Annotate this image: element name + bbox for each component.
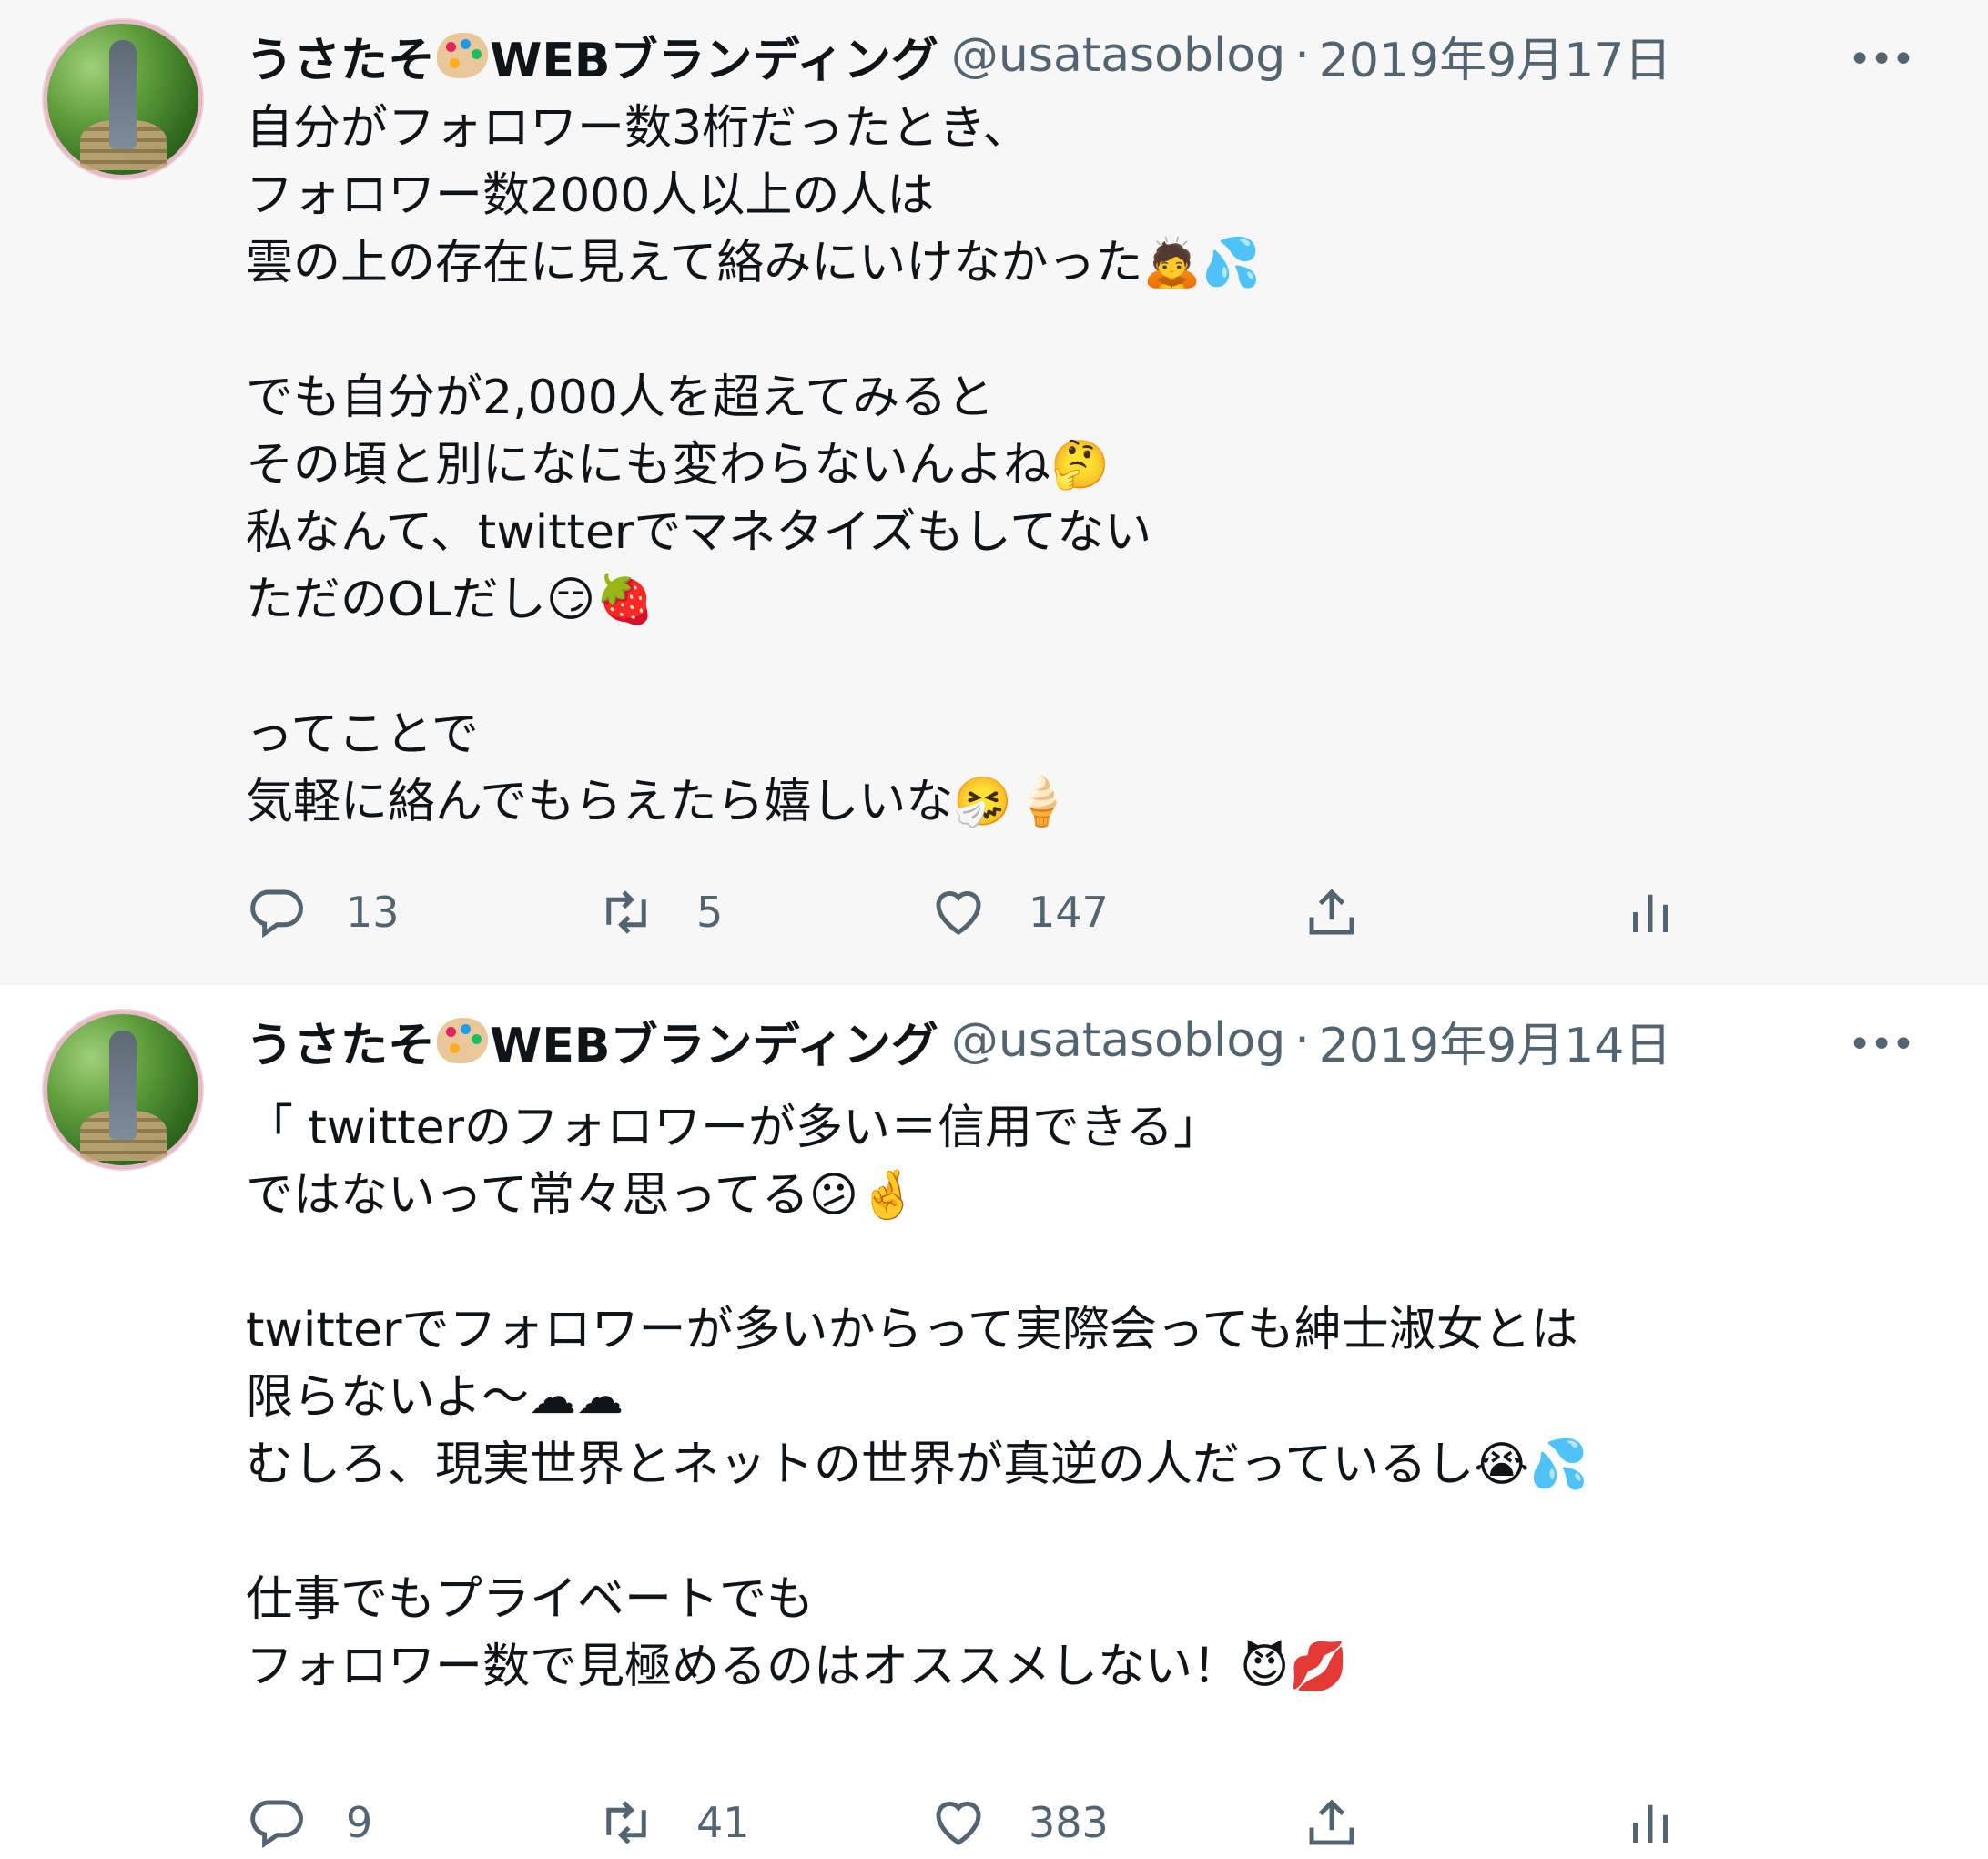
tweet-actions: 13 5 147 [246, 876, 1720, 949]
reply-count: 9 [346, 1798, 373, 1847]
retweet-icon [606, 890, 646, 934]
retweet-count: 41 [696, 1798, 750, 1847]
artist-palette-icon [437, 1018, 489, 1063]
tweet-date[interactable]: 2019年9月14日 [1319, 1007, 1672, 1075]
artist-palette-icon [437, 33, 489, 78]
retweet-count: 5 [696, 888, 724, 937]
tweet-header: うさたそ WEBブランディング @usatasoblog · 2019年9月14… [246, 1007, 1672, 1075]
author-handle[interactable]: @usatasoblog [951, 1013, 1285, 1068]
analytics-icon [1633, 1804, 1668, 1843]
reply-button[interactable]: 9 [246, 1793, 372, 1853]
tweet-text: 「 twitterのフォロワーが多い＝信用できる」 ではないって常々思ってる😕🤞… [246, 1101, 1588, 1694]
avatar-figure-graphic [109, 40, 137, 149]
share-button[interactable] [1302, 1793, 1362, 1853]
like-button[interactable]: 147 [928, 882, 1109, 942]
analytics-button[interactable] [1620, 1793, 1680, 1853]
author-name-suffix[interactable]: WEBブランディング [490, 22, 938, 90]
retweet-button[interactable]: 41 [596, 1793, 750, 1853]
share-icon [1309, 889, 1354, 935]
tweet-text: 自分がフォロワー数3桁だったとき、 フォロワー数2000人以上の人は 雲の上の存… [246, 101, 1261, 829]
heart-icon [936, 1801, 981, 1845]
retweet-button[interactable]: 5 [596, 882, 723, 942]
retweet-icon [606, 1801, 646, 1844]
reply-button[interactable]: 13 [246, 882, 400, 942]
more-options-icon[interactable]: ••• [1848, 36, 1915, 83]
share-icon [1309, 1799, 1354, 1845]
author-name[interactable]: うさたそ [246, 1007, 435, 1075]
author-name[interactable]: うさたそ [246, 22, 435, 90]
like-button[interactable]: 383 [928, 1793, 1109, 1853]
share-button[interactable] [1302, 882, 1362, 942]
tweet-2[interactable]: うさたそ WEBブランディング @usatasoblog · 2019年9月14… [0, 983, 1988, 1849]
author-handle[interactable]: @usatasoblog [951, 28, 1285, 83]
reply-icon [250, 1800, 303, 1849]
like-count: 147 [1029, 888, 1109, 937]
separator-dot: · [1294, 28, 1310, 83]
like-count: 383 [1029, 1798, 1109, 1847]
author-name-suffix[interactable]: WEBブランディング [490, 1007, 938, 1075]
separator-dot: · [1294, 1013, 1310, 1068]
avatar-figure-graphic [109, 1031, 137, 1140]
avatar[interactable] [44, 20, 202, 178]
tweet-date[interactable]: 2019年9月17日 [1319, 22, 1672, 90]
more-options-icon[interactable]: ••• [1848, 1021, 1915, 1068]
reply-icon [250, 889, 303, 939]
analytics-icon [1633, 894, 1668, 932]
analytics-button[interactable] [1620, 882, 1680, 942]
heart-icon [936, 890, 981, 935]
tweet-actions: 9 41 383 [246, 1786, 1720, 1859]
avatar[interactable] [44, 1011, 202, 1169]
reply-count: 13 [346, 888, 400, 937]
tweet-1[interactable]: うさたそ WEBブランディング @usatasoblog · 2019年9月17… [0, 0, 1988, 983]
tweet-header: うさたそ WEBブランディング @usatasoblog · 2019年9月17… [246, 22, 1672, 90]
